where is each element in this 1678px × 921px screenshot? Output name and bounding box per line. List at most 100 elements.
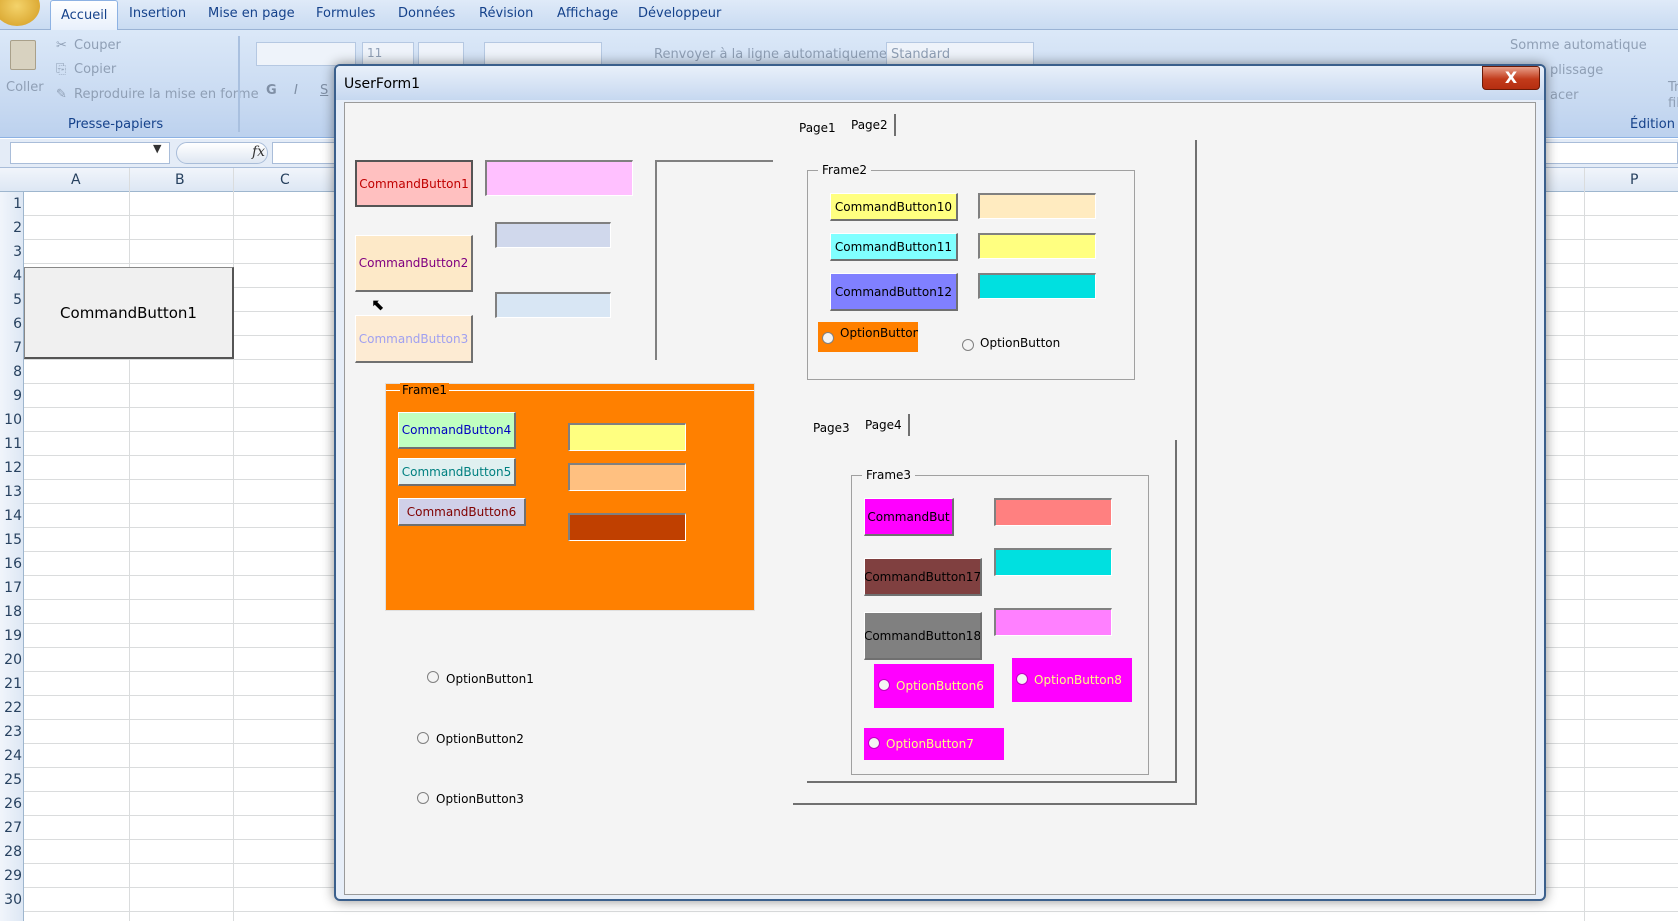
option-button-6[interactable]: OptionButton6: [874, 664, 994, 708]
row-header[interactable]: 27: [0, 820, 22, 836]
row-header[interactable]: 8: [0, 364, 22, 380]
row-header[interactable]: 14: [0, 508, 22, 524]
option-button-5-radio[interactable]: [962, 339, 974, 351]
command-button-5[interactable]: CommandButton5: [398, 458, 516, 486]
row-header[interactable]: 23: [0, 724, 22, 740]
command-button-11[interactable]: CommandButton11: [830, 233, 958, 261]
frame-3-textbox-2[interactable]: [994, 548, 1112, 576]
autosum-button[interactable]: Somme automatique: [1510, 38, 1647, 53]
paste-icon[interactable]: [10, 40, 36, 70]
fill-button[interactable]: plissage: [1550, 63, 1603, 78]
tab-mise-en-page[interactable]: Mise en page: [208, 6, 295, 21]
command-button-12[interactable]: CommandButton12: [830, 273, 958, 311]
row-header[interactable]: 4: [0, 268, 22, 284]
multipage-2-tab-page4[interactable]: Page4: [859, 414, 910, 436]
copy-button[interactable]: Copier: [74, 62, 116, 77]
option-button-6-radio[interactable]: [878, 679, 890, 691]
row-header[interactable]: 17: [0, 580, 22, 596]
cut-button[interactable]: Couper: [74, 38, 121, 53]
frame-2-textbox-1[interactable]: [978, 193, 1096, 219]
command-button-4[interactable]: CommandButton4: [398, 412, 516, 449]
wrap-text-button[interactable]: Renvoyer à la ligne automatiquement: [654, 47, 900, 62]
row-header[interactable]: 15: [0, 532, 22, 548]
function-icon[interactable]: fx: [252, 144, 265, 160]
row-header[interactable]: 21: [0, 676, 22, 692]
row-header[interactable]: 25: [0, 772, 22, 788]
row-header[interactable]: 16: [0, 556, 22, 572]
row-header[interactable]: 3: [0, 244, 22, 260]
listbox[interactable]: [655, 160, 773, 360]
sort-filter-button[interactable]: Tr: [1668, 80, 1678, 95]
close-icon[interactable]: X: [1482, 66, 1540, 90]
command-button-16[interactable]: CommandBut: [864, 498, 954, 536]
option-button-2-label[interactable]: OptionButton2: [436, 732, 524, 746]
font-size-select[interactable]: 11: [362, 42, 414, 66]
find-button[interactable]: fil: [1668, 96, 1678, 111]
row-header[interactable]: 9: [0, 388, 22, 404]
option-button-1-label[interactable]: OptionButton1: [446, 672, 534, 686]
row-header[interactable]: 11: [0, 436, 22, 452]
underline-button[interactable]: S: [320, 83, 328, 98]
row-header[interactable]: 26: [0, 796, 22, 812]
command-button-17[interactable]: CommandButton17: [864, 558, 982, 596]
textbox-3[interactable]: [495, 292, 611, 318]
row-header[interactable]: 29: [0, 868, 22, 884]
row-header[interactable]: 18: [0, 604, 22, 620]
frame-2-textbox-3[interactable]: [978, 273, 1096, 299]
command-button-3[interactable]: CommandButton3: [355, 315, 473, 363]
frame-1-textbox-2[interactable]: [568, 463, 686, 491]
name-box-dropdown-icon[interactable]: ▼: [153, 142, 161, 155]
option-button-3-radio[interactable]: [417, 792, 429, 804]
command-button-18[interactable]: CommandButton18: [864, 612, 982, 660]
row-header[interactable]: 5: [0, 292, 22, 308]
row-header[interactable]: 1: [0, 196, 22, 212]
option-button-4[interactable]: OptionButton: [818, 322, 918, 352]
number-format-select[interactable]: Standard: [886, 42, 1034, 66]
option-button-4-radio[interactable]: [822, 332, 834, 344]
multipage-2-tab-page3[interactable]: Page3: [807, 417, 856, 439]
frame-3-textbox-3[interactable]: [994, 608, 1112, 636]
option-button-2-radio[interactable]: [417, 732, 429, 744]
tab-developpeur[interactable]: Développeur: [638, 6, 721, 21]
row-header[interactable]: 30: [0, 892, 22, 908]
row-header[interactable]: 10: [0, 412, 22, 428]
textbox-2[interactable]: [495, 222, 611, 248]
userform-titlebar[interactable]: UserForm1 X: [336, 66, 1544, 100]
office-button[interactable]: [0, 0, 40, 26]
option-button-8-radio[interactable]: [1016, 673, 1028, 685]
bold-button[interactable]: G: [266, 83, 277, 98]
command-button-6[interactable]: CommandButton6: [398, 498, 526, 526]
frame-2-textbox-2[interactable]: [978, 233, 1096, 259]
option-button-3-label[interactable]: OptionButton3: [436, 792, 524, 806]
format-painter-button[interactable]: Reproduire la mise en forme: [74, 87, 259, 102]
option-button-7[interactable]: OptionButton7: [864, 728, 1004, 760]
row-header[interactable]: 12: [0, 460, 22, 476]
name-box[interactable]: [10, 142, 170, 164]
option-button-7-radio[interactable]: [868, 737, 880, 749]
row-header[interactable]: 28: [0, 844, 22, 860]
sheet-command-button[interactable]: CommandButton1: [24, 267, 234, 359]
row-header[interactable]: 19: [0, 628, 22, 644]
command-button-2[interactable]: CommandButton2: [355, 235, 473, 292]
tab-formules[interactable]: Formules: [316, 6, 375, 21]
tab-insertion[interactable]: Insertion: [129, 6, 186, 21]
row-header[interactable]: 22: [0, 700, 22, 716]
tab-accueil[interactable]: Accueil: [50, 0, 119, 30]
tab-revision[interactable]: Révision: [479, 6, 533, 21]
frame-1-textbox-1[interactable]: [568, 423, 686, 451]
italic-button[interactable]: I: [294, 83, 298, 98]
option-button-5-label[interactable]: OptionButton: [980, 336, 1060, 350]
column-header-a[interactable]: A: [71, 172, 81, 188]
row-header[interactable]: 7: [0, 340, 22, 356]
row-header[interactable]: 20: [0, 652, 22, 668]
tab-affichage[interactable]: Affichage: [557, 6, 618, 21]
column-header-b[interactable]: B: [175, 172, 185, 188]
row-header[interactable]: 13: [0, 484, 22, 500]
row-header[interactable]: 2: [0, 220, 22, 236]
command-button-10[interactable]: CommandButton10: [830, 193, 958, 221]
tab-donnees[interactable]: Données: [398, 6, 455, 21]
column-header-p[interactable]: P: [1630, 172, 1638, 188]
frame-1-textbox-3[interactable]: [568, 513, 686, 541]
frame-3-textbox-1[interactable]: [994, 498, 1112, 526]
alignment-buttons[interactable]: [484, 42, 602, 66]
